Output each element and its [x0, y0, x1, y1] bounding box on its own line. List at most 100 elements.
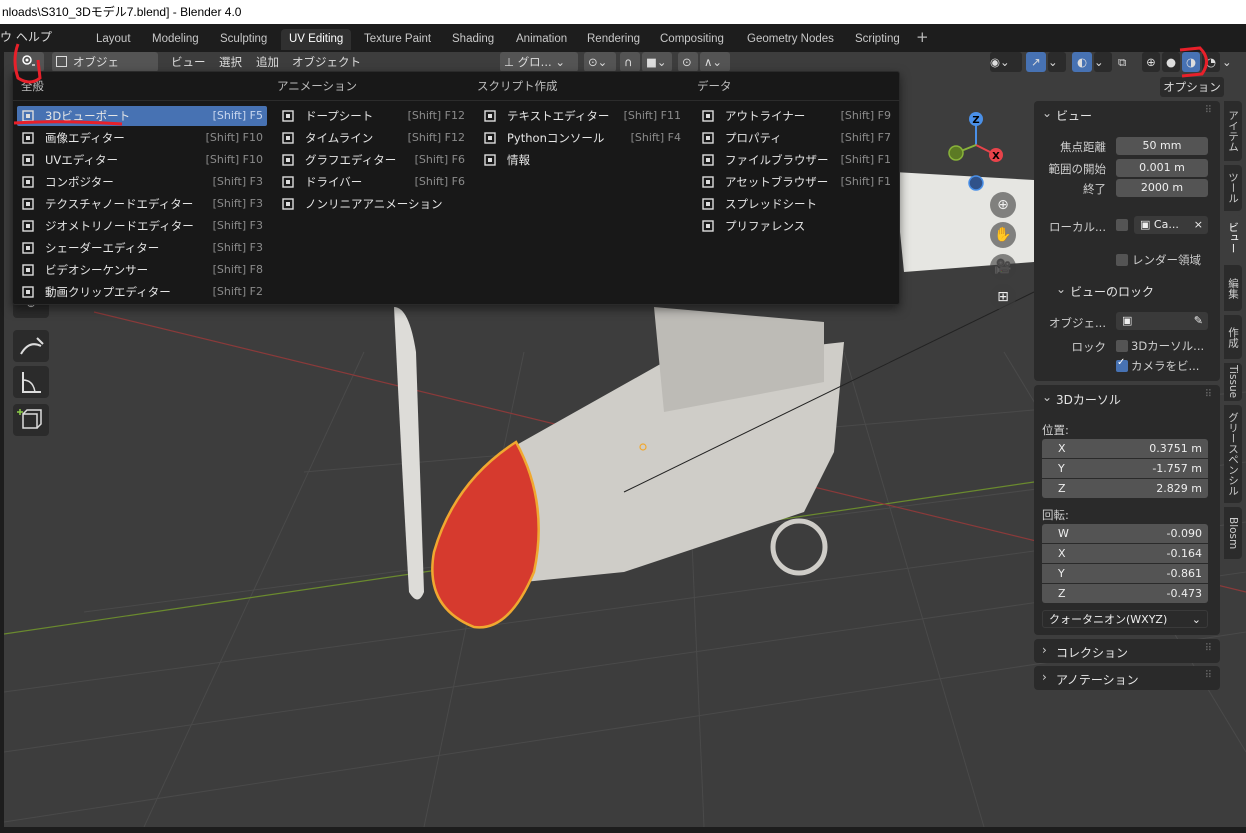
pivot-dropdown[interactable]: ⊙⌄ [584, 52, 616, 72]
lock-object-field[interactable]: ▣ ✎ [1116, 312, 1208, 330]
overlay-toggle[interactable]: ◐ [1072, 52, 1092, 72]
menu-item[interactable]: スプレッドシート [697, 194, 895, 214]
vector-field-x[interactable]: X -0.164 [1042, 544, 1208, 563]
visibility-dropdown[interactable]: ◉⌄ [990, 52, 1022, 72]
pan-hand-icon[interactable]: ✋ [990, 222, 1016, 248]
menu-item[interactable]: ファイルブラウザー [Shift] F1 [697, 150, 895, 170]
tab-shading[interactable]: Shading [444, 29, 502, 50]
menu-item[interactable]: シェーダーエディター [Shift] F3 [17, 238, 267, 258]
mode-dropdown[interactable]: オブジェク...⌄ [52, 52, 158, 89]
vector-field-x[interactable]: X 0.3751 m [1042, 439, 1208, 458]
shading-solid[interactable]: ● [1162, 52, 1180, 72]
menu-item[interactable]: 情報 [479, 150, 685, 170]
shading-wireframe[interactable]: ⊕ [1142, 52, 1160, 72]
menu-item[interactable]: アセットブラウザー [Shift] F1 [697, 172, 895, 192]
options-dropdown[interactable]: オプション ⌄ [1160, 77, 1224, 114]
lock-subpanel-chevron-icon[interactable]: ⌄ [1056, 282, 1066, 296]
menu-object[interactable]: オブジェクト [292, 52, 361, 72]
eyedropper-icon[interactable]: ✎ [1194, 312, 1203, 330]
menu-item[interactable]: 画像エディター [Shift] F10 [17, 128, 267, 148]
tab-rendering[interactable]: Rendering [579, 29, 648, 50]
menu-item[interactable]: アウトライナー [Shift] F9 [697, 106, 895, 126]
menu-select[interactable]: 選択 [219, 52, 242, 72]
add-cube-tool[interactable] [13, 404, 49, 436]
proportional-editing-toggle[interactable]: ⊙ [678, 52, 698, 72]
sidebar-tab[interactable]: ツール [1224, 165, 1242, 211]
clip-end-field[interactable]: 2000 m [1116, 179, 1208, 197]
snap-target-dropdown[interactable]: ■⌄ [642, 52, 672, 72]
sidebar-tab[interactable]: アイテム [1224, 101, 1242, 161]
tab-texture-paint[interactable]: Texture Paint [356, 29, 439, 50]
tab-compositing[interactable]: Compositing [652, 29, 732, 50]
nose-cone-selected[interactable] [431, 440, 540, 629]
drag-handle-icon[interactable]: ⠿ [1205, 105, 1212, 116]
sidebar-tab[interactable]: Tissue [1224, 363, 1242, 401]
rotation-mode-dropdown[interactable]: クォータニオン(WXYZ) ⌄ [1042, 610, 1208, 628]
measure-tool[interactable] [13, 366, 49, 398]
annotate-tool[interactable] [13, 330, 49, 362]
drag-handle-icon[interactable]: ⠿ [1205, 643, 1212, 654]
local-camera-checkbox[interactable] [1116, 219, 1128, 231]
menu-item[interactable]: プリファレンス [697, 216, 895, 236]
drag-handle-icon[interactable]: ⠿ [1205, 389, 1212, 400]
transform-orientation-dropdown[interactable]: ⊥ グロ... ⌄ [500, 52, 578, 72]
navigation-gizmo[interactable]: Z X [940, 105, 1020, 195]
menu-item[interactable]: コンポジター [Shift] F3 [17, 172, 267, 192]
shading-rendered[interactable]: ◔ [1202, 52, 1220, 72]
menu-item[interactable]: グラフエディター [Shift] F6 [277, 150, 469, 170]
sidebar-tab[interactable]: Blosm [1224, 507, 1242, 559]
sidebar-tab[interactable]: ビュー [1224, 215, 1242, 261]
perspective-grid-icon[interactable]: ⊞ [990, 284, 1016, 310]
camera-view-icon[interactable]: 🎥 [990, 254, 1016, 280]
menu-item[interactable]: Pythonコンソール [Shift] F4 [479, 128, 685, 148]
tab-uv-editing[interactable]: UV Editing [281, 29, 352, 50]
menu-item[interactable]: タイムライン [Shift] F12 [277, 128, 469, 148]
menu-add[interactable]: 追加 [256, 52, 279, 72]
menu-item[interactable]: UVエディター [Shift] F10 [17, 150, 267, 170]
menu-item[interactable]: ビデオシーケンサー [Shift] F8 [17, 260, 267, 280]
menu-item[interactable]: 3Dビューポート [Shift] F5 [17, 106, 267, 126]
vector-field-w[interactable]: W -0.090 [1042, 524, 1208, 543]
drag-handle-icon[interactable]: ⠿ [1205, 670, 1212, 681]
focal-length-field[interactable]: 50 mm [1116, 137, 1208, 155]
menu-view[interactable]: ビュー [171, 52, 206, 72]
editor-type-button[interactable] [14, 52, 44, 72]
menu-item[interactable]: ドープシート [Shift] F12 [277, 106, 469, 126]
sidebar-tab[interactable]: グリースペンシル [1224, 405, 1242, 503]
sidebar-tab[interactable]: 編集 [1224, 265, 1242, 311]
tab-geometry-nodes[interactable]: Geometry Nodes [739, 29, 842, 50]
lock-camera-checkbox[interactable]: ✓ [1116, 357, 1128, 372]
snap-toggle[interactable]: ∩ [620, 52, 640, 72]
vector-field-y[interactable]: Y -0.861 [1042, 564, 1208, 583]
menu-item[interactable]: ノンリニアアニメーション [277, 194, 469, 214]
menu-item[interactable]: プロパティ [Shift] F7 [697, 128, 895, 148]
menu-item[interactable]: テキストエディター [Shift] F11 [479, 106, 685, 126]
menu-item[interactable]: ジオメトリノードエディター [Shift] F3 [17, 216, 267, 236]
vector-field-z[interactable]: Z -0.473 [1042, 584, 1208, 603]
lock-cursor-checkbox[interactable] [1116, 340, 1128, 352]
add-workspace-button[interactable]: + [916, 28, 929, 46]
sidebar-tab[interactable]: 作成 [1224, 315, 1242, 359]
collection-panel[interactable]: › コレクション ⠿ [1034, 639, 1220, 663]
local-camera-field[interactable]: ▣ Ca... × [1134, 216, 1208, 234]
menu-item[interactable]: テクスチャノードエディター [Shift] F3 [17, 194, 267, 214]
tab-layout[interactable]: Layout [88, 29, 139, 50]
overlay-dropdown[interactable]: ⌄ [1094, 52, 1112, 72]
shading-material[interactable]: ◑ [1182, 52, 1200, 72]
menu-item[interactable]: ドライバー [Shift] F6 [277, 172, 469, 192]
clip-start-field[interactable]: 0.001 m [1116, 159, 1208, 177]
gizmo-toggle[interactable]: ↗ [1026, 52, 1046, 72]
tab-sculpting[interactable]: Sculpting [212, 29, 275, 50]
vector-field-z[interactable]: Z 2.829 m [1042, 479, 1208, 498]
xray-toggle[interactable]: ⧉ [1118, 52, 1136, 72]
collapse-chevron-icon[interactable]: ⌄ [1042, 106, 1052, 120]
shading-dropdown[interactable]: ⌄ [1222, 52, 1236, 72]
vector-field-y[interactable]: Y -1.757 m [1042, 459, 1208, 478]
collapse-chevron-icon[interactable]: ⌄ [1042, 390, 1052, 404]
gizmo-dropdown[interactable]: ⌄ [1048, 52, 1066, 72]
tab-modeling[interactable]: Modeling [144, 29, 207, 50]
annotation-panel[interactable]: › アノテーション ⠿ [1034, 666, 1220, 690]
menu-item[interactable]: 動画クリップエディター [Shift] F2 [17, 282, 267, 302]
render-region-checkbox[interactable] [1116, 254, 1128, 266]
help-menu-fragment[interactable]: ウ ヘルプ [0, 28, 52, 45]
